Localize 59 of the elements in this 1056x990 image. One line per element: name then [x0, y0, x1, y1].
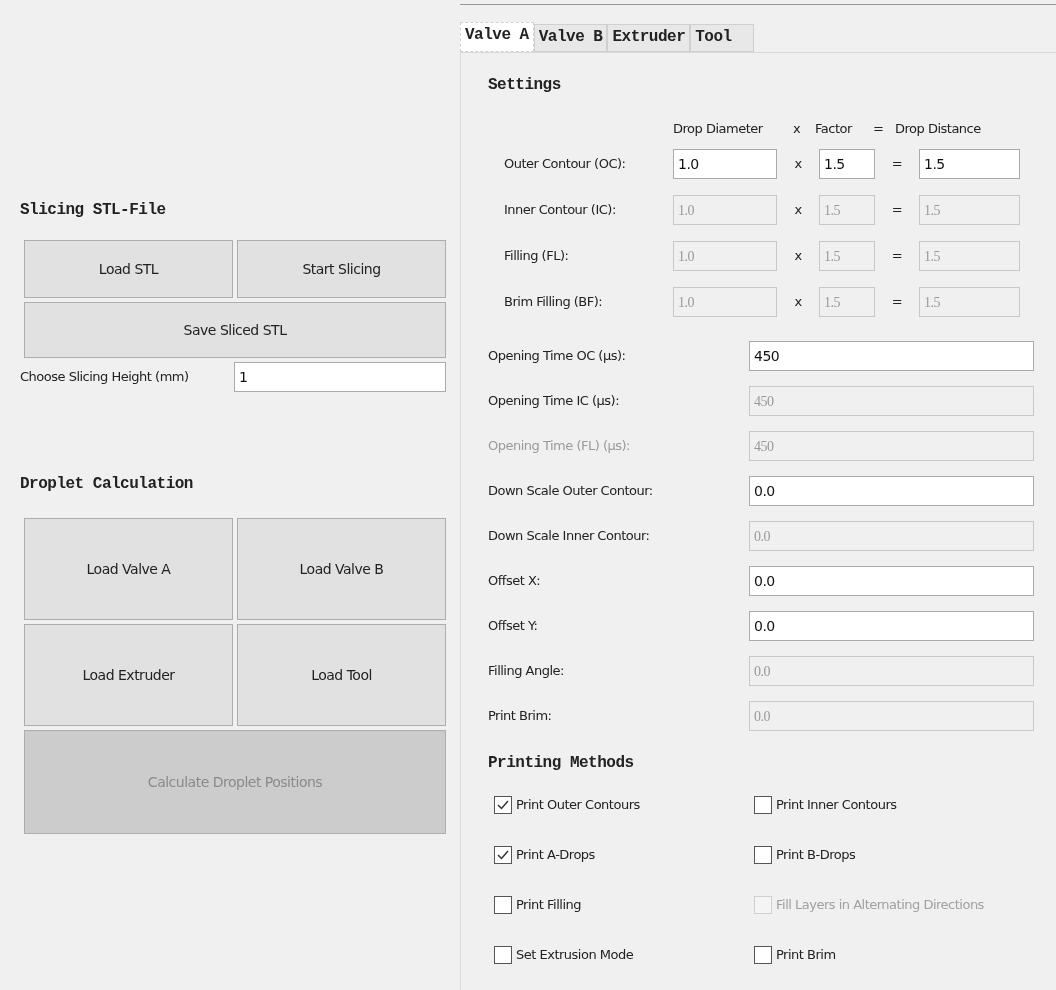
field-label: Outer Contour (OC):	[503, 155, 627, 174]
operator-sign: =	[890, 201, 904, 220]
field-label: Filling Angle:	[488, 662, 565, 681]
push-button[interactable]: Save Sliced STL	[24, 302, 446, 358]
field-label: Brim Filling (BF):	[503, 293, 604, 312]
checkbox[interactable]: Print B-Drops	[754, 845, 1034, 865]
field-label: Inner Contour (IC):	[503, 201, 617, 220]
input-field[interactable]: 1.5	[819, 149, 875, 179]
input-field[interactable]: 0.0	[749, 611, 1034, 641]
checkbox[interactable]: Print Outer Contours	[494, 795, 754, 815]
checkbox[interactable]: Set Extrusion Mode	[494, 945, 754, 965]
check-icon	[496, 848, 510, 862]
field-label: Opening Time (FL) (µs):	[488, 437, 631, 456]
column-header: Drop Diameter	[673, 120, 764, 139]
push-button[interactable]: Start Slicing	[237, 240, 446, 298]
column-header: Drop Distance	[895, 120, 981, 139]
operator-sign: =	[890, 247, 904, 266]
tab[interactable]: Tool	[690, 24, 755, 52]
operator-sign: =	[890, 155, 904, 174]
section-title: Slicing STL-File	[20, 200, 167, 221]
operator-sign: x	[793, 155, 803, 174]
field-label: Filling (FL):	[503, 247, 570, 266]
section-title: Printing Methods	[488, 753, 635, 774]
push-button[interactable]: Load Valve A	[24, 518, 233, 620]
input-field[interactable]: 0.0	[749, 476, 1034, 506]
column-header: x	[793, 120, 802, 139]
field-label: Down Scale Inner Contour:	[488, 527, 651, 546]
field-label: Opening Time IC (µs):	[488, 392, 620, 411]
push-button[interactable]: Load Tool	[237, 624, 446, 726]
section-title: Settings	[488, 75, 562, 96]
operator-sign: x	[793, 247, 803, 266]
field-label: Choose Slicing Height (mm)	[20, 368, 190, 387]
field-label: Opening Time OC (µs):	[488, 347, 627, 366]
operator-sign: x	[793, 201, 803, 220]
operator-sign: =	[890, 293, 904, 312]
input-field[interactable]: 1	[234, 362, 446, 392]
tab[interactable]: Valve A	[460, 22, 534, 52]
section-title: Droplet Calculation	[20, 474, 194, 495]
tab[interactable]: Valve B	[533, 24, 608, 52]
field-label: Offset X:	[488, 572, 542, 591]
push-button[interactable]: Load STL	[24, 240, 233, 298]
checkbox[interactable]: Print Filling	[494, 895, 754, 915]
input-field[interactable]: 450	[749, 341, 1034, 371]
input-field[interactable]: 0.0	[749, 566, 1034, 596]
checkbox[interactable]: Print Inner Contours	[754, 795, 1034, 815]
input-field[interactable]: 1.0	[673, 149, 777, 179]
field-label: Down Scale Outer Contour:	[488, 482, 654, 501]
push-button[interactable]: Load Extruder	[24, 624, 233, 726]
operator-sign: x	[793, 293, 803, 312]
check-icon	[496, 798, 510, 812]
column-header: Factor	[815, 120, 854, 139]
field-label: Print Brim:	[488, 707, 553, 726]
tab[interactable]: Extruder	[607, 24, 691, 52]
column-header: =	[873, 120, 885, 139]
checkbox[interactable]: Print Brim	[754, 945, 1034, 965]
field-label: Offset Y:	[488, 617, 539, 636]
input-field[interactable]: 1.5	[919, 149, 1020, 179]
push-button[interactable]: Load Valve B	[237, 518, 446, 620]
checkbox[interactable]: Print A-Drops	[494, 845, 754, 865]
